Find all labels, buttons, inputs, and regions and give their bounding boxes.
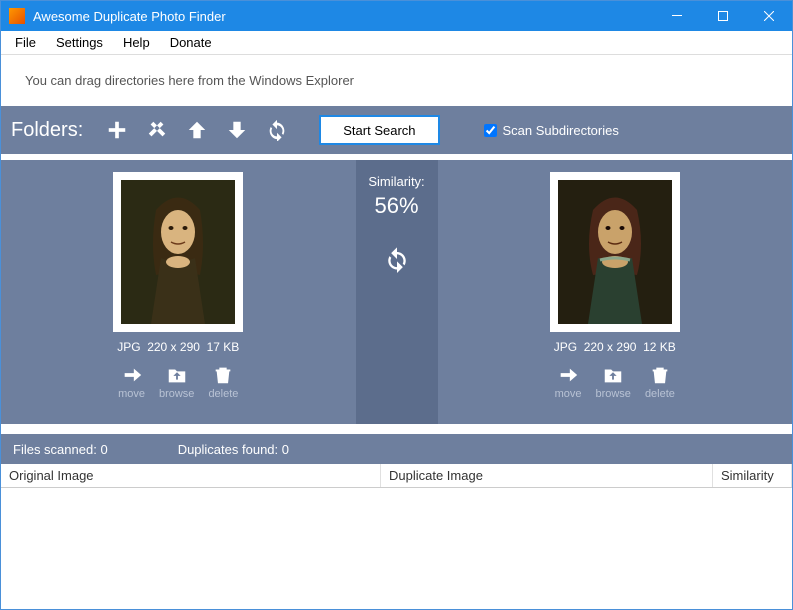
move-down-button[interactable] bbox=[221, 114, 253, 146]
window-controls bbox=[654, 1, 792, 31]
right-dimensions: 220 x 290 bbox=[584, 340, 637, 354]
titlebar: Awesome Duplicate Photo Finder bbox=[1, 1, 792, 31]
right-image-panel: JPG 220 x 290 12 KB move browse delete bbox=[438, 160, 793, 424]
right-delete-button[interactable]: delete bbox=[645, 364, 675, 400]
left-image-placeholder bbox=[121, 180, 235, 324]
col-original-image[interactable]: Original Image bbox=[1, 464, 381, 487]
similarity-label: Similarity: bbox=[368, 174, 424, 189]
minimize-button[interactable] bbox=[654, 1, 700, 31]
folder-up-icon bbox=[602, 364, 624, 386]
folder-drop-zone[interactable]: You can drag directories here from the W… bbox=[1, 55, 792, 106]
right-image-frame[interactable] bbox=[550, 172, 680, 332]
menu-file[interactable]: File bbox=[5, 32, 46, 53]
results-header: Original Image Duplicate Image Similarit… bbox=[1, 464, 792, 488]
menu-donate[interactable]: Donate bbox=[160, 32, 222, 53]
trash-icon bbox=[649, 364, 671, 386]
left-browse-label: browse bbox=[159, 388, 194, 400]
files-scanned-value: 0 bbox=[100, 442, 107, 457]
col-duplicate-image[interactable]: Duplicate Image bbox=[381, 464, 713, 487]
folders-label: Folders: bbox=[11, 119, 83, 142]
left-file-actions: move browse delete bbox=[118, 364, 238, 400]
right-browse-button[interactable]: browse bbox=[595, 364, 630, 400]
right-browse-label: browse bbox=[595, 388, 630, 400]
drop-zone-hint: You can drag directories here from the W… bbox=[25, 73, 354, 88]
right-delete-label: delete bbox=[645, 388, 675, 400]
right-file-actions: move browse delete bbox=[555, 364, 675, 400]
right-image-meta: JPG 220 x 290 12 KB bbox=[554, 340, 676, 354]
folders-toolbar: Folders: Start Search Scan Subdirectorie… bbox=[1, 106, 792, 154]
right-move-button[interactable]: move bbox=[555, 364, 582, 400]
files-scanned: Files scanned: 0 bbox=[13, 442, 108, 457]
duplicates-found: Duplicates found: 0 bbox=[178, 442, 289, 457]
left-image-frame[interactable] bbox=[113, 172, 243, 332]
trash-icon bbox=[212, 364, 234, 386]
left-image-meta: JPG 220 x 290 17 KB bbox=[117, 340, 239, 354]
remove-folder-button[interactable] bbox=[141, 114, 173, 146]
start-search-button[interactable]: Start Search bbox=[319, 115, 439, 145]
scan-subdirectories-input[interactable] bbox=[484, 124, 497, 137]
maximize-button[interactable] bbox=[700, 1, 746, 31]
scan-subdirectories-label: Scan Subdirectories bbox=[503, 123, 619, 138]
arrow-right-icon bbox=[121, 364, 143, 386]
swap-icon[interactable] bbox=[383, 245, 411, 273]
similarity-value: 56% bbox=[374, 193, 418, 219]
menu-settings[interactable]: Settings bbox=[46, 32, 113, 53]
folder-up-icon bbox=[166, 364, 188, 386]
add-folder-button[interactable] bbox=[101, 114, 133, 146]
right-image-placeholder bbox=[558, 180, 672, 324]
left-image-panel: JPG 220 x 290 17 KB move browse delete bbox=[1, 160, 356, 424]
duplicates-found-label: Duplicates found: bbox=[178, 442, 278, 457]
left-format: JPG bbox=[117, 340, 140, 354]
status-bar: Files scanned: 0 Duplicates found: 0 bbox=[1, 424, 792, 464]
window-title: Awesome Duplicate Photo Finder bbox=[33, 9, 654, 24]
similarity-panel: Similarity: 56% bbox=[356, 160, 438, 424]
left-move-label: move bbox=[118, 388, 145, 400]
refresh-button[interactable] bbox=[261, 114, 293, 146]
left-delete-button[interactable]: delete bbox=[208, 364, 238, 400]
left-size: 17 KB bbox=[207, 340, 240, 354]
right-move-label: move bbox=[555, 388, 582, 400]
menu-help[interactable]: Help bbox=[113, 32, 160, 53]
left-dimensions: 220 x 290 bbox=[147, 340, 200, 354]
left-delete-label: delete bbox=[208, 388, 238, 400]
left-browse-button[interactable]: browse bbox=[159, 364, 194, 400]
menubar: File Settings Help Donate bbox=[1, 31, 792, 55]
left-move-button[interactable]: move bbox=[118, 364, 145, 400]
close-button[interactable] bbox=[746, 1, 792, 31]
app-icon bbox=[9, 8, 25, 24]
files-scanned-label: Files scanned: bbox=[13, 442, 97, 457]
right-format: JPG bbox=[554, 340, 577, 354]
move-up-button[interactable] bbox=[181, 114, 213, 146]
comparison-area: JPG 220 x 290 17 KB move browse delete S… bbox=[1, 154, 792, 424]
results-body[interactable] bbox=[1, 488, 792, 588]
right-size: 12 KB bbox=[643, 340, 676, 354]
arrow-right-icon bbox=[557, 364, 579, 386]
duplicates-found-value: 0 bbox=[282, 442, 289, 457]
col-similarity[interactable]: Similarity bbox=[713, 464, 792, 487]
scan-subdirectories-checkbox[interactable]: Scan Subdirectories bbox=[484, 123, 619, 138]
